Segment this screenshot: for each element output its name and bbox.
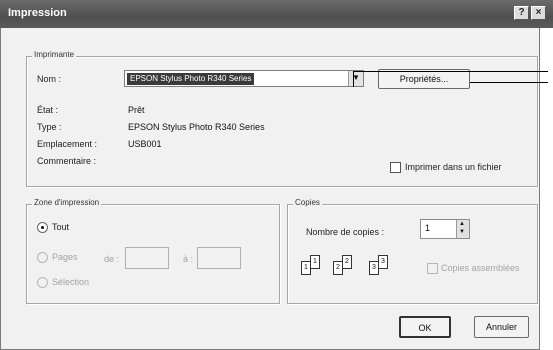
printer-name-value: EPSON Stylus Photo R340 Series xyxy=(127,73,255,85)
spin-buttons[interactable]: ▲ ▼ xyxy=(456,220,469,238)
comment-label: Commentaire : xyxy=(37,156,97,166)
copies-count-stepper[interactable]: 1 ▲ ▼ xyxy=(420,219,470,239)
close-button[interactable]: × xyxy=(531,6,546,20)
callout-line-properties xyxy=(470,82,548,83)
pages-radio[interactable] xyxy=(37,252,48,263)
title-bar xyxy=(0,0,553,28)
state-value: Prêt xyxy=(128,105,145,115)
collate-checkbox[interactable] xyxy=(427,263,438,274)
copies-count-label: Nombre de copies : xyxy=(306,227,385,237)
printer-name-label: Nom : xyxy=(37,74,62,84)
cancel-button[interactable]: Annuler xyxy=(474,316,529,338)
type-label: Type : xyxy=(37,122,62,132)
pages-to-input[interactable] xyxy=(197,247,241,269)
selection-label: Sélection xyxy=(52,277,90,287)
copies-group xyxy=(287,204,538,304)
location-label: Emplacement : xyxy=(37,139,98,149)
collate-label: Copies assemblées xyxy=(441,263,520,273)
all-pages-radio[interactable] xyxy=(37,222,48,233)
collate-page: 2 xyxy=(342,255,352,269)
type-value: EPSON Stylus Photo R340 Series xyxy=(128,122,265,132)
print-to-file-label: Imprimer dans un fichier xyxy=(405,162,502,172)
pages-label: Pages xyxy=(52,252,78,262)
printer-group-label: Imprimante xyxy=(32,50,77,59)
spin-down-icon[interactable]: ▼ xyxy=(459,229,465,235)
chevron-down-icon[interactable]: ▼ xyxy=(348,71,363,86)
print-range-group-label: Zone d'impression xyxy=(32,198,102,207)
pages-from-input[interactable] xyxy=(125,247,169,269)
ok-button[interactable]: OK xyxy=(399,316,451,338)
properties-button[interactable]: Propriétés... xyxy=(378,69,470,89)
pages-from-label: de : xyxy=(104,254,120,264)
selection-radio[interactable] xyxy=(37,277,48,288)
location-value: USB001 xyxy=(128,139,162,149)
pages-to-label: à : xyxy=(183,254,194,264)
all-pages-label: Tout xyxy=(52,222,70,232)
radio-selected-dot xyxy=(41,226,44,229)
print-to-file-checkbox[interactable] xyxy=(390,162,401,173)
spin-up-icon[interactable]: ▲ xyxy=(459,221,465,227)
callout-line-name xyxy=(353,71,354,87)
collate-page: 3 xyxy=(378,255,388,269)
copies-count-value: 1 xyxy=(425,223,431,233)
callout-line-name-h xyxy=(353,71,548,72)
help-button[interactable]: ? xyxy=(514,6,529,20)
copies-group-label: Copies xyxy=(293,198,322,207)
dialog-title: Impression xyxy=(8,7,67,19)
collate-page: 1 xyxy=(310,255,320,269)
printer-name-select[interactable]: EPSON Stylus Photo R340 Series ▼ xyxy=(124,70,364,87)
state-label: État : xyxy=(37,105,59,115)
